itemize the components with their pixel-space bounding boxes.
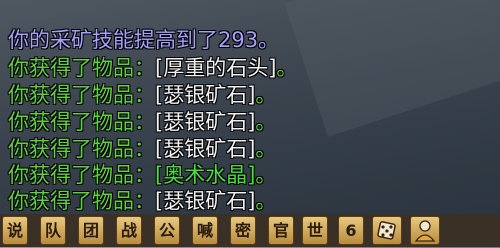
item-link[interactable]: [瑟银矿石] [155,137,255,161]
loot-suffix: 。 [255,110,277,134]
loot-prefix: 你获得了物品： [8,137,155,161]
loot-prefix: 你获得了物品： [8,56,155,80]
channel-tab-officer[interactable]: 官 [268,216,294,245]
chat-frame: 你的采矿技能提高到了293。 你获得了物品：[厚重的石头]。 你获得了物品：[瑟… [0,0,500,214]
chat-line-loot: 你获得了物品：[瑟银矿石]。 [8,109,276,135]
dice-icon [377,221,396,240]
channel-tab-world[interactable]: 世 [302,216,328,245]
loot-prefix: 你获得了物品： [8,83,155,107]
chat-line-loot: 你获得了物品：[厚重的石头]。 [8,55,297,81]
chat-line-skill: 你的采矿技能提高到了293。 [8,27,279,53]
channel-tab-battleground[interactable]: 战 [116,216,142,245]
item-link[interactable]: [瑟银矿石] [155,189,255,213]
chat-line-loot: 你获得了物品：[瑟银矿石]。 [8,188,276,214]
chat-line-loot: 你获得了物品：[瑟银矿石]。 [8,82,276,108]
channel-tab-say[interactable]: 说 [2,216,28,245]
loot-prefix: 你获得了物品： [8,189,155,213]
item-link[interactable]: [瑟银矿石] [155,83,255,107]
loot-suffix: 。 [255,137,277,161]
chat-line-loot: 你获得了物品：[瑟银矿石]。 [8,136,276,162]
channel-tab-yell[interactable]: 喊 [192,216,218,245]
channel-tab-raid[interactable]: 团 [78,216,104,245]
character-button[interactable] [410,216,440,245]
dice-button[interactable] [372,216,402,245]
loot-suffix: 。 [255,163,277,187]
item-link[interactable]: [瑟银矿石] [155,110,255,134]
character-icon [414,220,436,242]
loot-suffix: 。 [255,83,277,107]
channel-tab-guild[interactable]: 公 [154,216,180,245]
channel-tab-whisper[interactable]: 密 [230,216,256,245]
chat-line-loot: 你获得了物品：[奥术水晶]。 [8,162,276,188]
loot-prefix: 你获得了物品： [8,163,155,187]
loot-prefix: 你获得了物品： [8,110,155,134]
channel-tab-party[interactable]: 队 [40,216,66,245]
item-link[interactable]: [厚重的石头] [155,56,276,80]
loot-suffix: 。 [276,56,298,80]
loot-suffix: 。 [255,189,277,213]
item-link[interactable]: [奥术水晶] [155,163,255,187]
channel-tab-6[interactable]: 6 [338,216,364,245]
skill-message: 你的采矿技能提高到了293。 [8,28,280,52]
